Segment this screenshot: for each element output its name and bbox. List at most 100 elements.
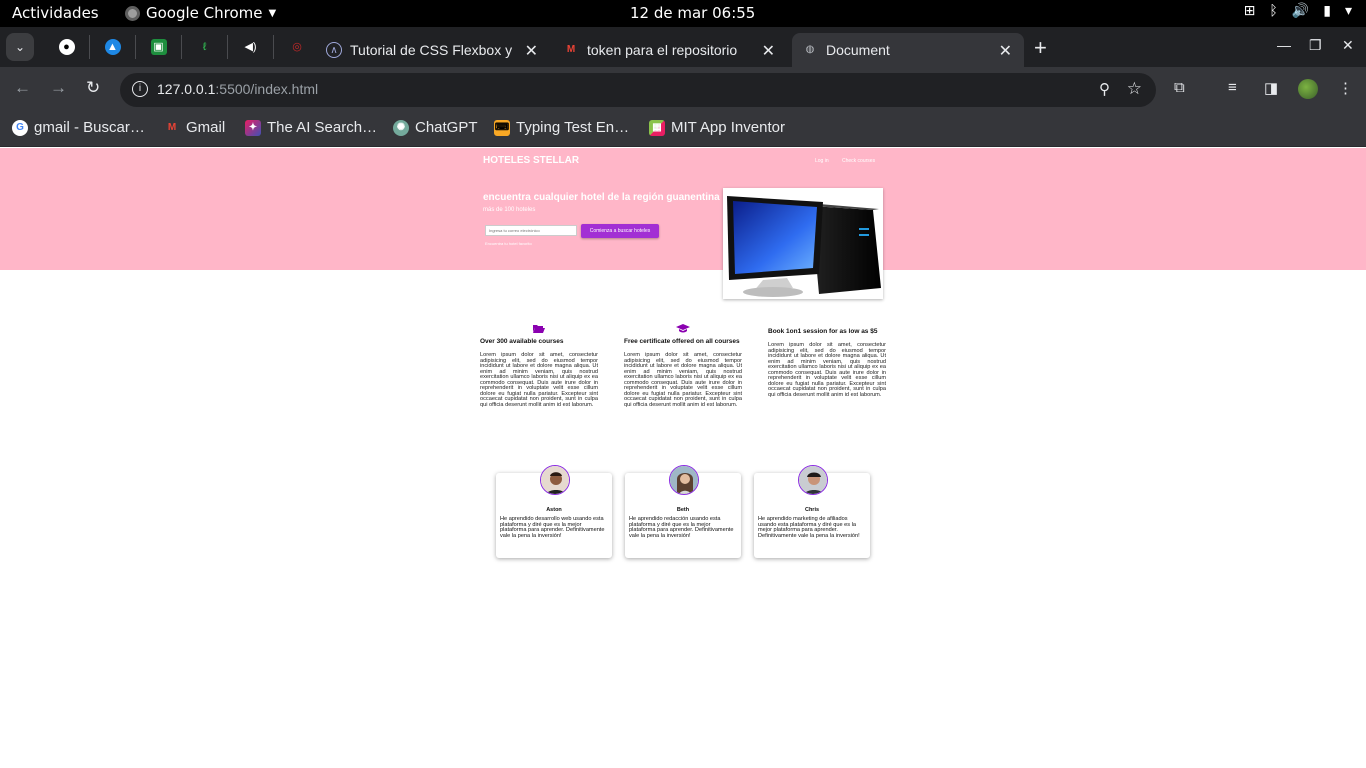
chevron-down-icon: ▾ — [1344, 3, 1352, 19]
globe-icon: ◍ — [805, 44, 815, 55]
pinned-tabs: ● ▲ ▣ ℓ ◀) ◎ — [44, 35, 320, 59]
testimonial-card: Aston He aprendido desarrollo web usando… — [496, 465, 612, 558]
feature-title: Over 300 available courses — [480, 338, 564, 345]
bookmark-label: MIT App Inventor — [671, 119, 785, 136]
extensions-icon[interactable]: ⧉ — [1174, 79, 1185, 96]
pinned-tab[interactable]: ℓ — [182, 35, 228, 59]
profile-avatar[interactable] — [1298, 79, 1318, 99]
network-icon: ⊞ — [1243, 3, 1256, 19]
tab-search-button[interactable]: ⌄ — [6, 33, 34, 61]
tab-strip: ⌄ ● ▲ ▣ ℓ ◀) ◎ ∧ Tutorial de CSS Flexbox… — [0, 27, 1366, 67]
feature-courses: Over 300 available courses Lorem ipsum d… — [480, 324, 598, 408]
tab-gmail-token[interactable]: M token para el repositorio ✕ — [553, 33, 787, 67]
close-icon[interactable]: ✕ — [525, 41, 538, 61]
pinned-tab[interactable]: ▲ — [90, 35, 136, 59]
hero-note: Encuentra tu hotel favorito — [485, 241, 532, 246]
pinned-tab[interactable]: ◀) — [228, 35, 274, 59]
zoom-icon[interactable]: ⚲ — [1099, 80, 1110, 98]
bookmark-label: gmail - Buscar… — [34, 119, 145, 136]
bookmark-label: ChatGPT — [415, 119, 478, 136]
app-menu[interactable]: Google Chrome ▼ — [125, 4, 276, 22]
app-name: Google Chrome — [146, 4, 263, 22]
computer-image — [723, 188, 883, 299]
start-search-button[interactable]: Comienza a buscar hoteles — [581, 224, 659, 238]
bookmark-gmail[interactable]: M Gmail — [164, 119, 225, 136]
media-controls-icon[interactable]: ≡ — [1228, 79, 1237, 96]
testimonial-text: He aprendido marketing de afiliados usan… — [758, 516, 860, 539]
new-tab-button[interactable]: + — [1034, 35, 1047, 61]
activities-button[interactable]: Actividades — [12, 4, 99, 22]
bookmark-typing-test[interactable]: ⌨ Typing Test En… — [494, 119, 629, 136]
browser-toolbar: ← → ↻ i 127.0.0.1:5500/index.html ⚲ ☆ ⧉ … — [0, 67, 1366, 112]
bookmark-star-icon[interactable]: ☆ — [1127, 79, 1142, 99]
avatar — [798, 465, 828, 495]
tab-document[interactable]: ◍ Document ✕ — [792, 33, 1024, 67]
menu-icon[interactable]: ⋮ — [1338, 79, 1353, 97]
site-info-icon[interactable]: i — [132, 81, 148, 97]
testimonial-card: Beth He aprendido redacción usando esta … — [625, 465, 741, 558]
testimonial-text: He aprendido redacción usando esta plata… — [629, 516, 734, 539]
close-icon[interactable]: ✕ — [762, 41, 775, 61]
close-icon[interactable]: ✕ — [999, 41, 1012, 61]
page-viewport: HOTELES STELLAR Log in Check courses enc… — [0, 148, 1366, 768]
chrome-icon — [125, 5, 140, 21]
clock[interactable]: 12 de mar 06:55 — [630, 4, 755, 22]
vite-icon: ∧ — [326, 42, 342, 58]
testimonial-name: Beth — [676, 507, 690, 513]
feature-text: Lorem ipsum dolor sit amet, consectetur … — [624, 352, 742, 408]
forward-button[interactable]: → — [50, 78, 67, 98]
hero-subtitle: más de 100 hoteles — [483, 207, 536, 213]
bookmark-app-inventor[interactable]: ▦ MIT App Inventor — [649, 119, 785, 136]
avatar — [669, 465, 699, 495]
tab-title: Document — [826, 42, 890, 58]
feature-text: Lorem ipsum dolor sit amet, consectetur … — [480, 352, 598, 408]
testimonial-card: Chris He aprendido marketing de afiliado… — [754, 465, 870, 558]
drive-icon: ▲ — [104, 39, 121, 55]
email-input[interactable] — [485, 225, 577, 236]
url-host: 127.0.0.1 — [157, 81, 216, 97]
bookmark-chatgpt[interactable]: ✺ ChatGPT — [393, 119, 478, 136]
ai-search-icon: ✦ — [245, 119, 261, 136]
github-icon: ● — [58, 39, 75, 55]
url-path: :5500/index.html — [215, 81, 319, 97]
nav-login-link[interactable]: Log in — [815, 158, 829, 164]
feature-certificate: Free certificate offered on all courses … — [624, 324, 742, 408]
bookmark-ai-search[interactable]: ✦ The AI Search… — [245, 119, 377, 136]
url-text[interactable]: 127.0.0.1:5500/index.html — [157, 81, 318, 97]
tab-title: Tutorial de CSS Flexbox y — [350, 42, 513, 58]
nav-check-courses-link[interactable]: Check courses — [842, 158, 875, 164]
maximize-button[interactable]: ❐ — [1309, 37, 1322, 54]
pinned-tab[interactable]: ▣ — [136, 35, 182, 59]
testimonial-name: Aston — [546, 507, 562, 513]
pinned-tab[interactable]: ◎ — [274, 35, 320, 59]
testimonial-text: He aprendido desarrollo web usando esta … — [500, 516, 605, 539]
folder-open-icon — [480, 324, 598, 336]
brand-logo-text[interactable]: HOTELES STELLAR — [483, 155, 579, 166]
bluetooth-icon: ᛒ — [1269, 3, 1278, 19]
address-bar[interactable]: i 127.0.0.1:5500/index.html ⚲ ☆ — [120, 73, 1156, 107]
close-window-button[interactable]: ✕ — [1342, 37, 1354, 54]
gmail-icon: M — [167, 121, 177, 133]
leaf-icon: ℓ — [202, 41, 207, 53]
system-tray[interactable]: ⊞ ᛒ 🔊 ▮ ▾ — [1244, 3, 1352, 19]
caret-down-icon: ▼ — [268, 7, 277, 19]
system-top-bar: Actividades Google Chrome ▼ 12 de mar 06… — [0, 0, 1366, 27]
feature-text: Lorem ipsum dolor sit amet, consectetur … — [768, 342, 886, 398]
pinned-tab[interactable]: ● — [44, 35, 90, 59]
chevron-down-icon: ⌄ — [14, 40, 26, 54]
testimonial-name: Chris — [804, 507, 820, 513]
reload-button[interactable]: ↻ — [86, 78, 100, 98]
graduation-cap-icon — [624, 324, 742, 336]
tab-flexbox-tutorial[interactable]: ∧ Tutorial de CSS Flexbox y ✕ — [316, 33, 550, 67]
minimize-button[interactable]: — — [1277, 37, 1291, 53]
bookmark-gmail-search[interactable]: G gmail - Buscar… — [12, 119, 145, 136]
app-inventor-icon: ▦ — [649, 119, 665, 136]
side-panel-icon[interactable]: ◨ — [1264, 79, 1278, 97]
google-icon: G — [12, 119, 28, 136]
hero-section: HOTELES STELLAR Log in Check courses enc… — [0, 148, 1366, 270]
classroom-icon: ▣ — [150, 39, 167, 55]
tab-title: token para el repositorio — [587, 42, 738, 58]
back-button[interactable]: ← — [14, 78, 31, 98]
feature-title: Free certificate offered on all courses — [624, 338, 740, 345]
battery-icon: ▮ — [1323, 3, 1331, 19]
